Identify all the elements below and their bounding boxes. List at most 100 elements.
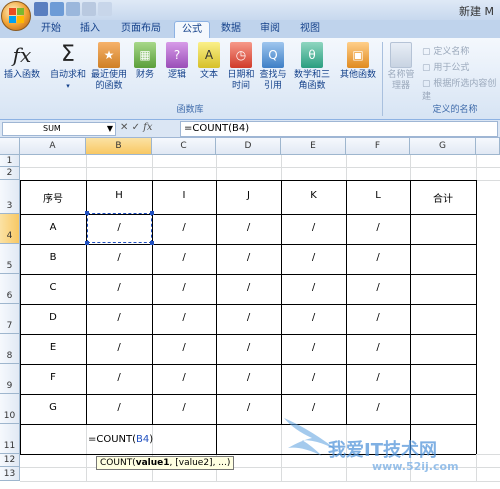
customize-icon[interactable] (98, 2, 112, 16)
cancel-icon[interactable]: ✕ (120, 122, 128, 133)
row-header-8[interactable]: 8 (0, 334, 20, 364)
table-cell[interactable]: / (281, 312, 346, 323)
table-cell[interactable]: / (86, 402, 152, 413)
column-header-c[interactable]: C (152, 138, 216, 155)
insert-function-icon[interactable]: fx (143, 122, 152, 133)
enter-icon[interactable]: ✓ (132, 122, 140, 133)
table-cell[interactable]: / (152, 282, 216, 293)
table-cell[interactable]: / (281, 252, 346, 263)
insert-function-button[interactable]: fx 插入函数 (2, 42, 42, 81)
tab-review[interactable]: 审阅 (254, 21, 286, 38)
column-header-e[interactable]: E (281, 138, 346, 155)
define-name-button[interactable]: ▢ 定义名称 (422, 44, 469, 57)
resize-handle[interactable] (150, 211, 154, 215)
table-cell[interactable]: / (346, 222, 410, 233)
table-cell[interactable]: D (20, 312, 86, 323)
table-cell[interactable]: / (86, 372, 152, 383)
tab-page-layout[interactable]: 页面布局 (114, 21, 168, 38)
use-in-formula-button[interactable]: ▢ 用于公式 (422, 60, 469, 73)
redo-icon[interactable] (66, 2, 80, 16)
resize-handle[interactable] (85, 211, 89, 215)
more-functions-button[interactable]: ▣ 其他函数 (336, 42, 380, 81)
table-cell[interactable]: / (216, 372, 281, 383)
table-cell[interactable]: / (281, 372, 346, 383)
save-icon[interactable] (34, 2, 48, 16)
table-cell[interactable]: / (346, 342, 410, 353)
table-cell[interactable]: / (216, 402, 281, 413)
table-cell[interactable]: / (152, 252, 216, 263)
table-cell[interactable]: E (20, 342, 86, 353)
table-cell[interactable]: / (152, 342, 216, 353)
row-header-3[interactable]: 3 (0, 180, 20, 214)
lookup-reference-button[interactable]: Q 查找与引用 (258, 42, 288, 92)
create-from-selection-button[interactable]: ▢ 根据所选内容创建 (422, 76, 500, 102)
recent-functions-button[interactable]: ★ 最近使用的函数 (88, 42, 130, 92)
table-cell[interactable]: A (20, 222, 86, 233)
table-cell[interactable]: / (86, 252, 152, 263)
office-button[interactable] (1, 1, 31, 31)
tooltip-arg1[interactable]: value1 (136, 458, 170, 468)
column-header-f[interactable]: F (346, 138, 410, 155)
row-header-9[interactable]: 9 (0, 364, 20, 394)
table-cell[interactable]: / (152, 222, 216, 233)
name-box-dropdown-icon[interactable]: ▼ (107, 123, 113, 135)
row-header-12[interactable]: 12 (0, 454, 20, 467)
table-cell[interactable]: / (152, 312, 216, 323)
table-cell[interactable]: / (346, 312, 410, 323)
tab-home[interactable]: 开始 (36, 21, 66, 38)
name-manager-button[interactable]: 名称管理器 (384, 42, 418, 92)
table-header-h[interactable]: H (86, 190, 152, 201)
row-header-4[interactable]: 4 (0, 214, 20, 244)
table-header-seq[interactable]: 序号 (20, 190, 86, 205)
tab-insert[interactable]: 插入 (74, 21, 106, 38)
table-header-l[interactable]: L (346, 190, 410, 201)
editing-cell[interactable]: =COUNT(B4) (88, 434, 153, 445)
table-cell[interactable]: / (346, 282, 410, 293)
column-header-b[interactable]: B (86, 138, 152, 155)
table-cell[interactable]: / (86, 312, 152, 323)
table-cell[interactable]: / (86, 282, 152, 293)
print-icon[interactable] (82, 2, 96, 16)
tab-data[interactable]: 数据 (216, 21, 246, 38)
tab-view[interactable]: 视图 (294, 21, 326, 38)
table-cell[interactable]: / (346, 402, 410, 413)
name-box[interactable]: SUM ▼ (2, 122, 116, 136)
logical-button[interactable]: ? 逻辑 (164, 42, 190, 81)
table-header-j[interactable]: J (216, 190, 281, 201)
autosum-button[interactable]: Σ 自动求和 ▾ (48, 42, 88, 92)
date-time-button[interactable]: ◷ 日期和时间 (226, 42, 256, 92)
row-header-6[interactable]: 6 (0, 274, 20, 304)
table-cell[interactable]: / (281, 342, 346, 353)
table-cell[interactable]: / (216, 312, 281, 323)
financial-button[interactable]: ▦ 财务 (132, 42, 158, 81)
column-header-g[interactable]: G (410, 138, 476, 155)
row-header-1[interactable]: 1 (0, 155, 20, 167)
table-cell[interactable]: / (216, 222, 281, 233)
table-cell[interactable]: C (20, 282, 86, 293)
table-cell[interactable]: / (346, 372, 410, 383)
math-trig-button[interactable]: θ 数学和三角函数 (290, 42, 334, 92)
select-all-corner[interactable] (0, 138, 20, 155)
row-header-7[interactable]: 7 (0, 304, 20, 334)
table-cell[interactable]: G (20, 402, 86, 413)
table-header-k[interactable]: K (281, 190, 346, 201)
undo-icon[interactable] (50, 2, 64, 16)
resize-handle[interactable] (150, 241, 154, 245)
table-cell[interactable]: / (281, 222, 346, 233)
table-cell[interactable]: / (152, 402, 216, 413)
table-cell[interactable]: / (152, 372, 216, 383)
text-button[interactable]: A 文本 (196, 42, 222, 81)
tab-formulas[interactable]: 公式 (174, 21, 210, 38)
table-cell[interactable]: / (216, 252, 281, 263)
column-header-a[interactable]: A (20, 138, 86, 155)
table-cell[interactable]: / (346, 252, 410, 263)
row-header-5[interactable]: 5 (0, 244, 20, 274)
table-header-total[interactable]: 合计 (410, 190, 476, 205)
row-header-13[interactable]: 13 (0, 467, 20, 481)
row-header-11[interactable]: 11 (0, 424, 20, 454)
resize-handle[interactable] (85, 241, 89, 245)
table-header-i[interactable]: I (152, 190, 216, 201)
table-cell[interactable]: / (281, 282, 346, 293)
row-header-10[interactable]: 10 (0, 394, 20, 424)
table-cell[interactable]: B (20, 252, 86, 263)
